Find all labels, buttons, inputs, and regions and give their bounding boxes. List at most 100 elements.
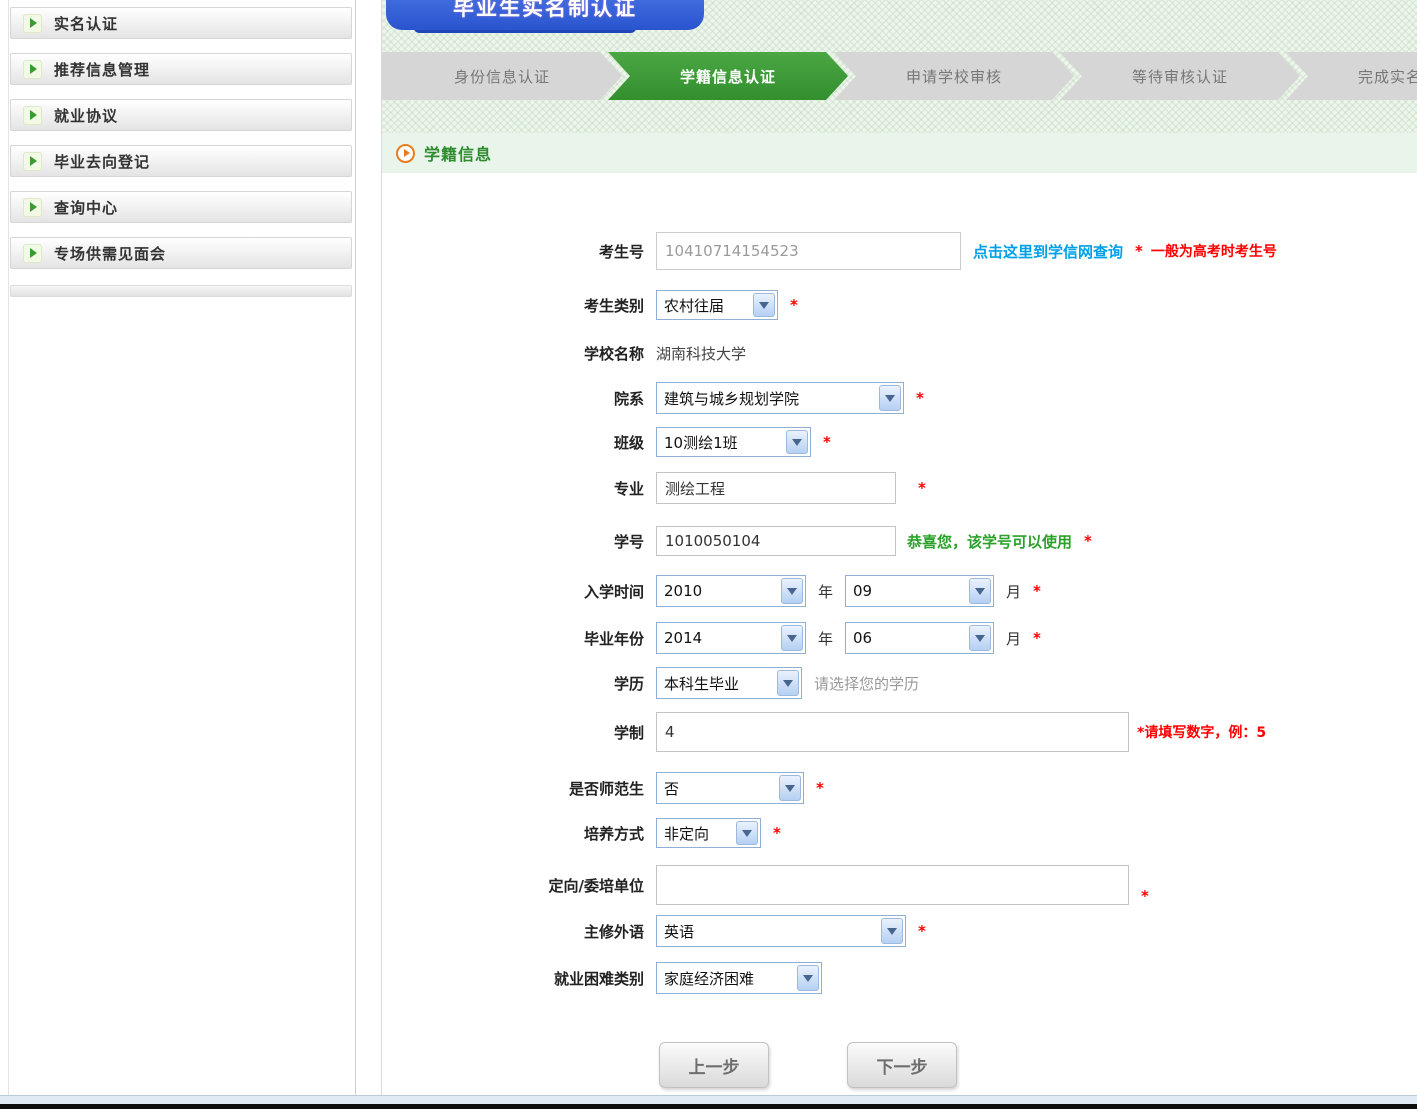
sidebar-item-employment-agreement[interactable]: 就业协议	[10, 99, 352, 131]
sidebar-item-label: 实名认证	[54, 13, 118, 34]
graduate-year-select[interactable]: 2014	[656, 622, 806, 654]
step-wait-review: 等待审核认证	[1060, 52, 1300, 100]
chevron-down-icon[interactable]	[969, 625, 991, 651]
enroll-month-select[interactable]: 09	[845, 575, 994, 607]
row-normal-student: 是否师范生 否 *	[382, 772, 1417, 804]
row-directed-unit: 定向/委培单位 *	[382, 865, 1417, 905]
required-asterisk: *	[816, 779, 824, 797]
chevron-down-icon[interactable]	[881, 918, 903, 944]
year-unit: 年	[818, 628, 833, 649]
row-enroll-date: 入学时间 2010 年 09 月 *	[382, 575, 1417, 607]
next-step-button[interactable]: 下一步	[847, 1042, 957, 1088]
normal-student-select[interactable]: 否	[656, 772, 804, 804]
required-asterisk: *	[918, 922, 926, 940]
row-school-name: 学校名称 湖南科技大学	[382, 343, 1417, 364]
sidebar-footer-bar	[10, 285, 352, 297]
graduate-year-value: 2014	[664, 629, 702, 647]
row-student-no: 学号 恭喜您，该学号可以使用 *	[382, 526, 1417, 556]
play-icon	[23, 14, 42, 33]
major-input[interactable]	[656, 472, 896, 504]
step-identity-auth: 身份信息认证	[382, 52, 622, 100]
training-mode-label: 培养方式	[382, 823, 656, 844]
page-title: 毕业生实名制认证	[453, 0, 637, 22]
chevron-down-icon[interactable]	[781, 578, 803, 604]
difficulty-type-value: 家庭经济困难	[664, 968, 754, 989]
chevron-down-icon[interactable]	[753, 293, 775, 317]
class-select[interactable]: 10测绘1班	[656, 427, 811, 457]
sidebar-item-job-fair[interactable]: 专场供需见面会	[10, 237, 352, 269]
difficulty-type-label: 就业困难类别	[382, 968, 656, 989]
student-no-input[interactable]	[656, 526, 896, 556]
chsi-lookup-link[interactable]: 点击这里到学信网查询	[973, 241, 1123, 262]
candidate-no-input[interactable]	[656, 232, 961, 270]
month-unit: 月	[1006, 628, 1021, 649]
chevron-down-icon[interactable]	[969, 578, 991, 604]
play-icon	[23, 60, 42, 79]
difficulty-type-select[interactable]: 家庭经济困难	[656, 962, 822, 994]
page-title-tab[interactable]: 毕业生实名制认证	[386, 0, 704, 30]
student-no-success: 恭喜您，该学号可以使用	[907, 531, 1072, 552]
chevron-down-icon[interactable]	[781, 625, 803, 651]
required-asterisk: *	[916, 389, 924, 407]
candidate-type-select[interactable]: 农村往届	[656, 290, 778, 320]
row-training-mode: 培养方式 非定向 *	[382, 818, 1417, 848]
foreign-language-label: 主修外语	[382, 921, 656, 942]
play-icon	[23, 152, 42, 171]
class-value: 10测绘1班	[664, 432, 738, 453]
wizard-steps: 身份信息认证 学籍信息认证 申请学校审核 等待审核认证 完成实名认证	[382, 52, 1417, 100]
left-border-line	[8, 0, 9, 1095]
chevron-down-icon[interactable]	[736, 821, 758, 845]
training-mode-select[interactable]: 非定向	[656, 818, 761, 848]
required-asterisk: *	[1141, 887, 1149, 905]
row-candidate-no: 考生号 点击这里到学信网查询 * 一般为高考时考生号	[382, 232, 1417, 270]
chevron-down-icon[interactable]	[777, 670, 799, 696]
sidebar-item-query-center[interactable]: 查询中心	[10, 191, 352, 223]
enroll-year-select[interactable]: 2010	[656, 575, 806, 607]
section-bullet-icon	[396, 144, 415, 163]
sidebar-item-label: 就业协议	[54, 105, 118, 126]
previous-step-button[interactable]: 上一步	[659, 1042, 769, 1088]
graduate-month-select[interactable]: 06	[845, 622, 994, 654]
candidate-no-label: 考生号	[382, 241, 656, 262]
chevron-down-icon[interactable]	[786, 430, 808, 454]
graduate-month-value: 06	[853, 629, 872, 647]
section-title: 学籍信息	[424, 141, 492, 165]
major-label: 专业	[382, 478, 656, 499]
sidebar: 实名认证 推荐信息管理 就业协议 毕业去向登记 查询中心 专场供需见面会	[10, 0, 352, 297]
department-label: 院系	[382, 388, 656, 409]
chevron-down-icon[interactable]	[779, 775, 801, 801]
foreign-language-value: 英语	[664, 921, 694, 942]
chevron-down-icon[interactable]	[879, 385, 901, 411]
required-asterisk: *	[1084, 532, 1092, 550]
department-select[interactable]: 建筑与城乡规划学院	[656, 382, 904, 414]
duration-label: 学制	[382, 722, 656, 743]
row-major: 专业 *	[382, 472, 1417, 504]
chevron-down-icon[interactable]	[797, 965, 819, 991]
sidebar-item-label: 毕业去向登记	[54, 151, 150, 172]
foreign-language-select[interactable]: 英语	[656, 915, 906, 947]
sidebar-item-realname-auth[interactable]: 实名认证	[10, 7, 352, 39]
student-no-label: 学号	[382, 531, 656, 552]
sidebar-item-graduation-destination[interactable]: 毕业去向登记	[10, 145, 352, 177]
enroll-year-value: 2010	[664, 582, 702, 600]
play-icon	[23, 106, 42, 125]
play-icon	[23, 244, 42, 263]
sidebar-item-label: 专场供需见面会	[54, 243, 166, 264]
candidate-type-value: 农村往届	[664, 295, 724, 316]
required-asterisk: *	[773, 824, 781, 842]
required-asterisk: *	[1033, 582, 1041, 600]
footer-black-bar	[0, 1104, 1417, 1109]
step-complete-auth: 完成实名认证	[1286, 52, 1417, 100]
school-name-value: 湖南科技大学	[656, 343, 746, 364]
month-unit: 月	[1006, 581, 1021, 602]
sidebar-item-recommend-info[interactable]: 推荐信息管理	[10, 53, 352, 85]
education-select[interactable]: 本科生毕业	[656, 667, 802, 699]
education-value: 本科生毕业	[664, 673, 739, 694]
school-name-label: 学校名称	[382, 343, 656, 364]
candidate-type-label: 考生类别	[382, 295, 656, 316]
directed-unit-input[interactable]	[656, 865, 1129, 905]
enroll-date-label: 入学时间	[382, 581, 656, 602]
duration-input[interactable]	[656, 712, 1129, 752]
required-asterisk: *	[918, 479, 926, 497]
graduate-date-label: 毕业年份	[382, 628, 656, 649]
